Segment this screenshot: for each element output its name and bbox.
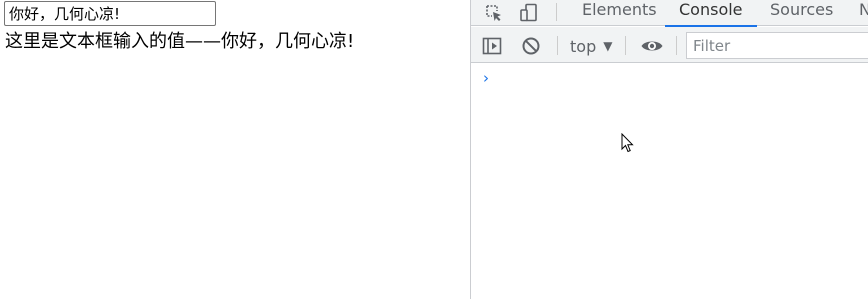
text-input[interactable] [4,1,216,26]
tab-console[interactable]: Console [665,0,757,27]
tab-network[interactable]: N [845,0,868,25]
devtools-tabbar: Elements Console Sources N [471,0,868,27]
device-toolbar-icon[interactable] [516,0,542,26]
devtools-panel: Elements Console Sources N top ▼ Filter … [471,0,868,299]
show-console-sidebar-icon[interactable] [481,35,503,57]
tab-elements[interactable]: Elements [568,0,671,25]
tab-sources[interactable]: Sources [756,0,847,25]
dropdown-arrow-icon: ▼ [603,39,613,53]
context-label: top [570,36,597,56]
toolbar-separator [557,36,558,55]
toolbar-separator [676,36,677,55]
screen: 这里是文本框输入的值——你好，几何心凉! Elements Console [0,0,868,299]
console-output[interactable]: › [471,63,868,299]
console-toolbar: top ▼ [471,27,868,63]
echo-text: 这里是文本框输入的值——你好，几何心凉! [5,31,355,52]
page-viewport: 这里是文本框输入的值——你好，几何心凉! [0,0,470,299]
context-selector[interactable]: top ▼ [570,35,612,57]
tabbar-separator [556,3,557,21]
live-expression-icon[interactable] [639,35,665,57]
clear-console-icon[interactable] [520,35,542,57]
console-prompt-caret: › [483,69,489,87]
toolbar-separator [625,36,626,55]
inspect-element-icon[interactable] [481,0,507,26]
mouse-cursor-icon [621,133,634,153]
filter-input[interactable] [686,32,868,59]
